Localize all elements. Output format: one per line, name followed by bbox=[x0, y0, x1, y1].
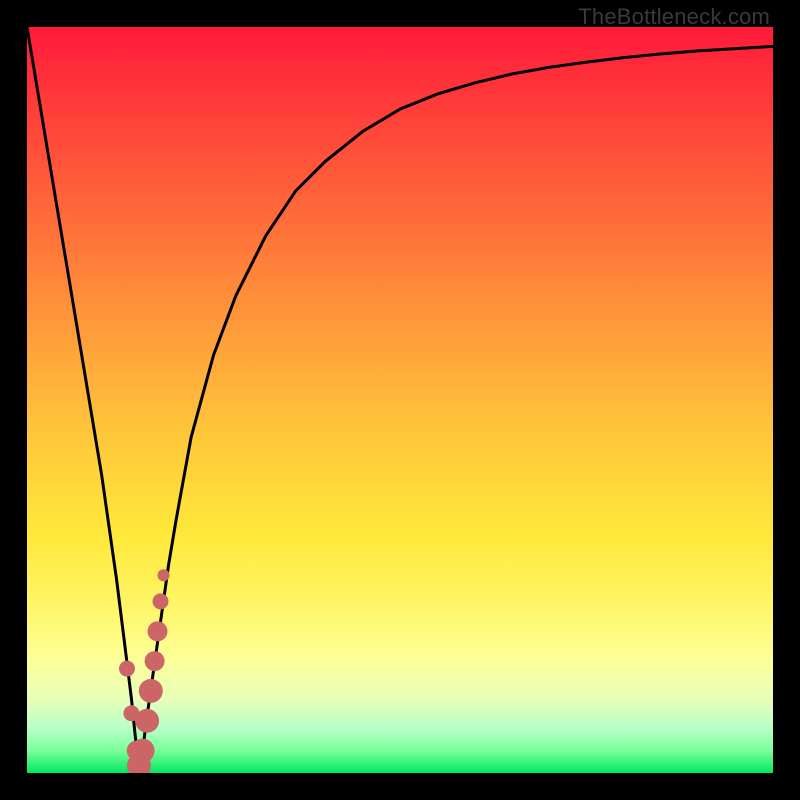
chart-frame: TheBottleneck.com bbox=[0, 0, 800, 800]
highlight-dot bbox=[139, 679, 163, 703]
highlight-dot bbox=[158, 569, 170, 581]
chart-svg bbox=[27, 27, 773, 773]
plot-area bbox=[27, 27, 773, 773]
highlight-dot bbox=[145, 651, 165, 671]
watermark-text: TheBottleneck.com bbox=[578, 4, 770, 30]
bottleneck-curve bbox=[27, 27, 773, 766]
highlight-dot bbox=[135, 709, 159, 733]
highlight-dot bbox=[153, 593, 169, 609]
highlight-dot bbox=[119, 661, 135, 677]
highlight-dot bbox=[148, 621, 168, 641]
highlight-dot bbox=[131, 739, 155, 763]
highlight-dots bbox=[119, 569, 170, 773]
